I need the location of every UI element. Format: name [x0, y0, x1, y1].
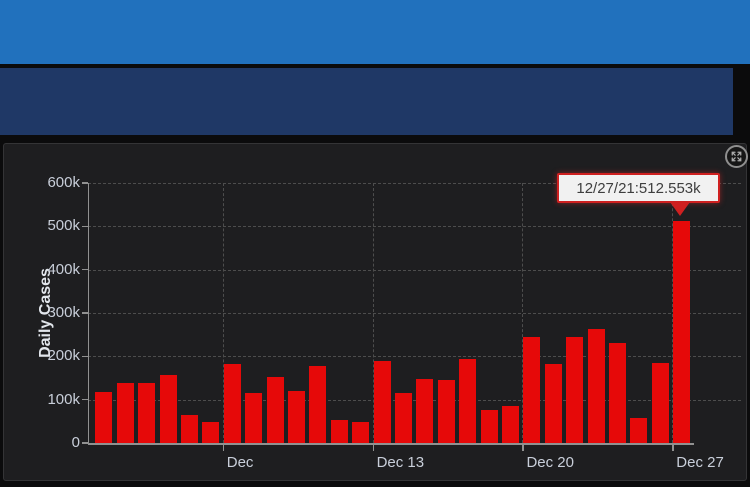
bar-daily-cases[interactable]	[374, 361, 391, 443]
bar-daily-cases[interactable]	[117, 383, 134, 443]
tooltip: 12/27/21:512.553k	[557, 173, 720, 203]
bar-daily-cases[interactable]	[395, 393, 412, 443]
y-tick-label: 0	[18, 434, 80, 452]
gridline-horizontal	[88, 226, 741, 227]
expand-button[interactable]	[725, 145, 748, 168]
bar-daily-cases[interactable]	[609, 343, 626, 443]
y-axis-tick	[82, 442, 89, 444]
bar-daily-cases[interactable]	[331, 420, 348, 443]
bar-daily-cases[interactable]	[245, 393, 262, 443]
bar-daily-cases[interactable]	[588, 329, 605, 443]
bar-daily-cases[interactable]	[138, 383, 155, 443]
y-tick-label: 400k	[18, 261, 80, 279]
y-tick-label: 300k	[18, 304, 80, 322]
bar-daily-cases[interactable]	[160, 375, 177, 443]
x-tick-label: Dec 20	[526, 454, 574, 472]
gridline-horizontal	[88, 356, 741, 357]
bar-daily-cases[interactable]	[202, 422, 219, 443]
bar-daily-cases[interactable]	[438, 380, 455, 443]
y-axis-tick	[82, 182, 89, 184]
y-tick-label: 600k	[18, 174, 80, 192]
bar-daily-cases[interactable]	[481, 410, 498, 443]
bar-daily-cases[interactable]	[181, 415, 198, 443]
y-axis-tick	[82, 269, 89, 271]
bar-daily-cases[interactable]	[95, 392, 112, 443]
x-axis-line	[88, 443, 694, 445]
y-tick-label: 200k	[18, 347, 80, 365]
x-tick-label: Dec 13	[377, 454, 425, 472]
daily-cases-chart: Daily Cases 0100k200k300k400k500k600kDec…	[0, 0, 750, 487]
gridline-horizontal	[88, 400, 741, 401]
bar-daily-cases[interactable]	[652, 363, 669, 443]
x-tick-label: Dec 27	[676, 454, 724, 472]
bar-daily-cases[interactable]	[288, 391, 305, 443]
bar-daily-cases[interactable]	[459, 359, 476, 443]
y-axis-tick	[82, 399, 89, 401]
bar-daily-cases[interactable]	[630, 418, 647, 443]
x-tick-label: Dec	[227, 454, 254, 472]
gridline-horizontal	[88, 270, 741, 271]
y-axis-tick	[82, 312, 89, 314]
y-tick-label: 500k	[18, 217, 80, 235]
y-axis-tick	[82, 226, 89, 228]
bar-daily-cases[interactable]	[267, 377, 284, 443]
tooltip-pointer	[670, 202, 690, 216]
bar-daily-cases[interactable]	[673, 221, 690, 443]
x-axis-tick	[373, 444, 375, 451]
bar-daily-cases[interactable]	[523, 337, 540, 443]
x-axis-tick	[223, 444, 225, 451]
x-axis-tick	[672, 444, 674, 451]
bar-daily-cases[interactable]	[566, 337, 583, 443]
y-tick-label: 100k	[18, 391, 80, 409]
bar-daily-cases[interactable]	[309, 366, 326, 443]
bar-daily-cases[interactable]	[502, 406, 519, 443]
gridline-horizontal	[88, 313, 741, 314]
bar-daily-cases[interactable]	[352, 422, 369, 443]
x-axis-tick	[522, 444, 524, 451]
bar-daily-cases[interactable]	[224, 364, 241, 443]
expand-arrows-icon	[728, 148, 745, 165]
y-axis-tick	[82, 356, 89, 358]
bar-daily-cases[interactable]	[416, 379, 433, 443]
bar-daily-cases[interactable]	[545, 364, 562, 443]
